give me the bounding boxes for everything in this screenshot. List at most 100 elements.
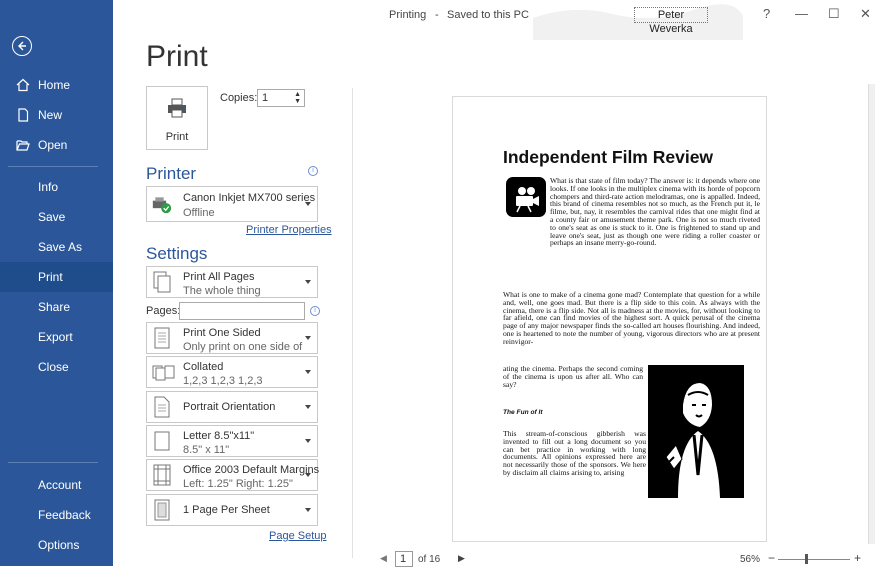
paper-size-detail: 8.5" x 11"	[183, 444, 230, 456]
zoom-slider[interactable]	[778, 559, 850, 560]
margins-label: Office 2003 Default Margins	[183, 464, 320, 476]
maximize-button[interactable]: ☐	[828, 6, 840, 22]
paragraph-4: This stream-of-conscious gibberish was i…	[503, 430, 646, 477]
chevron-down-icon	[305, 508, 311, 512]
nav-close[interactable]: Close	[0, 352, 113, 382]
vertical-scrollbar[interactable]	[868, 84, 875, 544]
page-setup-link[interactable]: Page Setup	[269, 530, 327, 542]
nav-options[interactable]: Options	[0, 530, 113, 560]
printer-properties-link[interactable]: Printer Properties	[246, 224, 332, 236]
sidebar-divider	[8, 462, 98, 463]
pages-icon	[153, 271, 171, 293]
printer-status: Offline	[183, 207, 215, 219]
copies-stepper[interactable]: 1 ▲ ▼	[257, 89, 305, 107]
document-name: Printing	[389, 9, 427, 21]
chevron-down-icon	[305, 473, 311, 477]
subheading: The Fun of It	[503, 409, 543, 416]
nav-share-label: Share	[38, 300, 71, 314]
nav-new[interactable]: New	[0, 100, 113, 130]
zoom-in-button[interactable]: +	[854, 551, 861, 565]
next-page-icon[interactable]: ▶	[458, 553, 465, 564]
page-count: of 16	[418, 554, 441, 565]
pages-per-sheet-dropdown[interactable]: 1 Page Per Sheet	[146, 494, 318, 526]
paragraph-1: What is that state of film today? The an…	[550, 177, 760, 249]
close-button[interactable]: ✕	[860, 6, 871, 22]
nav-share[interactable]: Share	[0, 292, 113, 322]
pages-label: Pages:	[146, 305, 181, 317]
info-icon[interactable]: i	[308, 166, 318, 176]
chevron-down-icon	[305, 439, 311, 443]
nav-open[interactable]: Open	[0, 130, 113, 160]
margins-detail: Left: 1.25" Right: 1.25"	[183, 478, 293, 490]
margins-dropdown[interactable]: Office 2003 Default Margins Left: 1.25" …	[146, 459, 320, 491]
zoom-slider-thumb[interactable]	[805, 554, 808, 564]
collation-dropdown[interactable]: Collated 1,2,3 1,2,3 1,2,3	[146, 356, 318, 388]
new-document-icon	[18, 108, 29, 122]
print-range-dropdown[interactable]: Print All Pages The whole thing	[146, 266, 318, 298]
movie-camera-icon	[506, 177, 546, 217]
one-sided-icon	[154, 327, 170, 349]
spin-arrows-icon[interactable]: ▲ ▼	[294, 91, 301, 105]
nav-print[interactable]: Print	[0, 262, 113, 292]
nav-save-as-label: Save As	[38, 240, 83, 254]
sides-detail: Only print on one side of th...	[183, 341, 303, 353]
paragraph-2: What is one to make of a cinema gone mad…	[503, 291, 760, 346]
zoom-out-button[interactable]: −	[768, 551, 775, 565]
copies-label: Copies:	[220, 92, 258, 104]
nav-feedback-label: Feedback	[38, 508, 91, 522]
printer-dropdown[interactable]: Canon Inkjet MX700 series Offline	[146, 186, 318, 222]
zoom-level: 56%	[740, 554, 761, 565]
backstage-sidebar: Home New Open Info Save Save As Print Sh…	[0, 0, 113, 566]
collation-detail: 1,2,3 1,2,3 1,2,3	[183, 375, 263, 387]
nav-save-as[interactable]: Save As	[0, 232, 113, 262]
settings-heading: Settings	[146, 244, 208, 263]
print-button-label: Print	[165, 131, 189, 143]
nav-export-label: Export	[38, 330, 73, 344]
collation-label: Collated	[183, 361, 224, 373]
orientation-label: Portrait Orientation	[183, 401, 276, 413]
nav-save-label: Save	[38, 210, 66, 224]
info-icon[interactable]: i	[310, 306, 320, 316]
printer-icon	[168, 98, 186, 118]
nav-info[interactable]: Info	[0, 172, 113, 202]
nav-account-label: Account	[38, 478, 82, 492]
print-button[interactable]: Print	[146, 86, 208, 150]
sides-label: Print One Sided	[183, 327, 261, 339]
folder-open-icon	[16, 140, 30, 151]
nav-feedback[interactable]: Feedback	[0, 500, 113, 530]
title-separator: -	[435, 9, 439, 21]
paper-size-dropdown[interactable]: Letter 8.5"x11" 8.5" x 11"	[146, 425, 318, 457]
help-button[interactable]: ?	[763, 6, 770, 21]
pages-input[interactable]	[179, 302, 305, 320]
nav-home[interactable]: Home	[0, 70, 113, 100]
print-range-detail: The whole thing	[183, 285, 261, 297]
pages-per-sheet-label: 1 Page Per Sheet	[183, 504, 270, 516]
home-icon	[16, 78, 30, 92]
chevron-down-icon	[305, 336, 311, 340]
chevron-down-icon	[305, 370, 311, 374]
nav-account[interactable]: Account	[0, 470, 113, 500]
paragraph-1-text: What is that state of film today? The an…	[550, 177, 760, 248]
page-per-sheet-icon	[154, 499, 170, 521]
back-arrow-icon[interactable]	[12, 36, 32, 56]
printer-heading: Printer	[146, 164, 197, 183]
orientation-dropdown[interactable]: Portrait Orientation	[146, 391, 318, 423]
page-number-input[interactable]: 1	[395, 551, 413, 567]
nav-options-label: Options	[38, 538, 80, 552]
sides-dropdown[interactable]: Print One Sided Only print on one side o…	[146, 322, 318, 354]
copies-value: 1	[262, 92, 269, 104]
user-name[interactable]: Peter Weverka	[634, 7, 708, 35]
printer-status-icon	[152, 197, 172, 214]
minimize-button[interactable]: —	[795, 6, 808, 21]
paragraph-3: ating the cinema. Perhaps the second com…	[503, 365, 643, 389]
previous-page-icon[interactable]: ◀	[380, 553, 387, 564]
nav-save[interactable]: Save	[0, 202, 113, 232]
chevron-down-icon	[305, 405, 311, 409]
title-bar: Printing - Saved to this PC	[113, 0, 875, 40]
nav-new-label: New	[38, 108, 63, 122]
printer-name: Canon Inkjet MX700 series	[183, 192, 316, 204]
document-title: Independent Film Review	[503, 147, 714, 167]
nav-print-label: Print	[38, 270, 63, 284]
nav-export[interactable]: Export	[0, 322, 113, 352]
paper-size-label: Letter 8.5"x11"	[183, 430, 255, 442]
